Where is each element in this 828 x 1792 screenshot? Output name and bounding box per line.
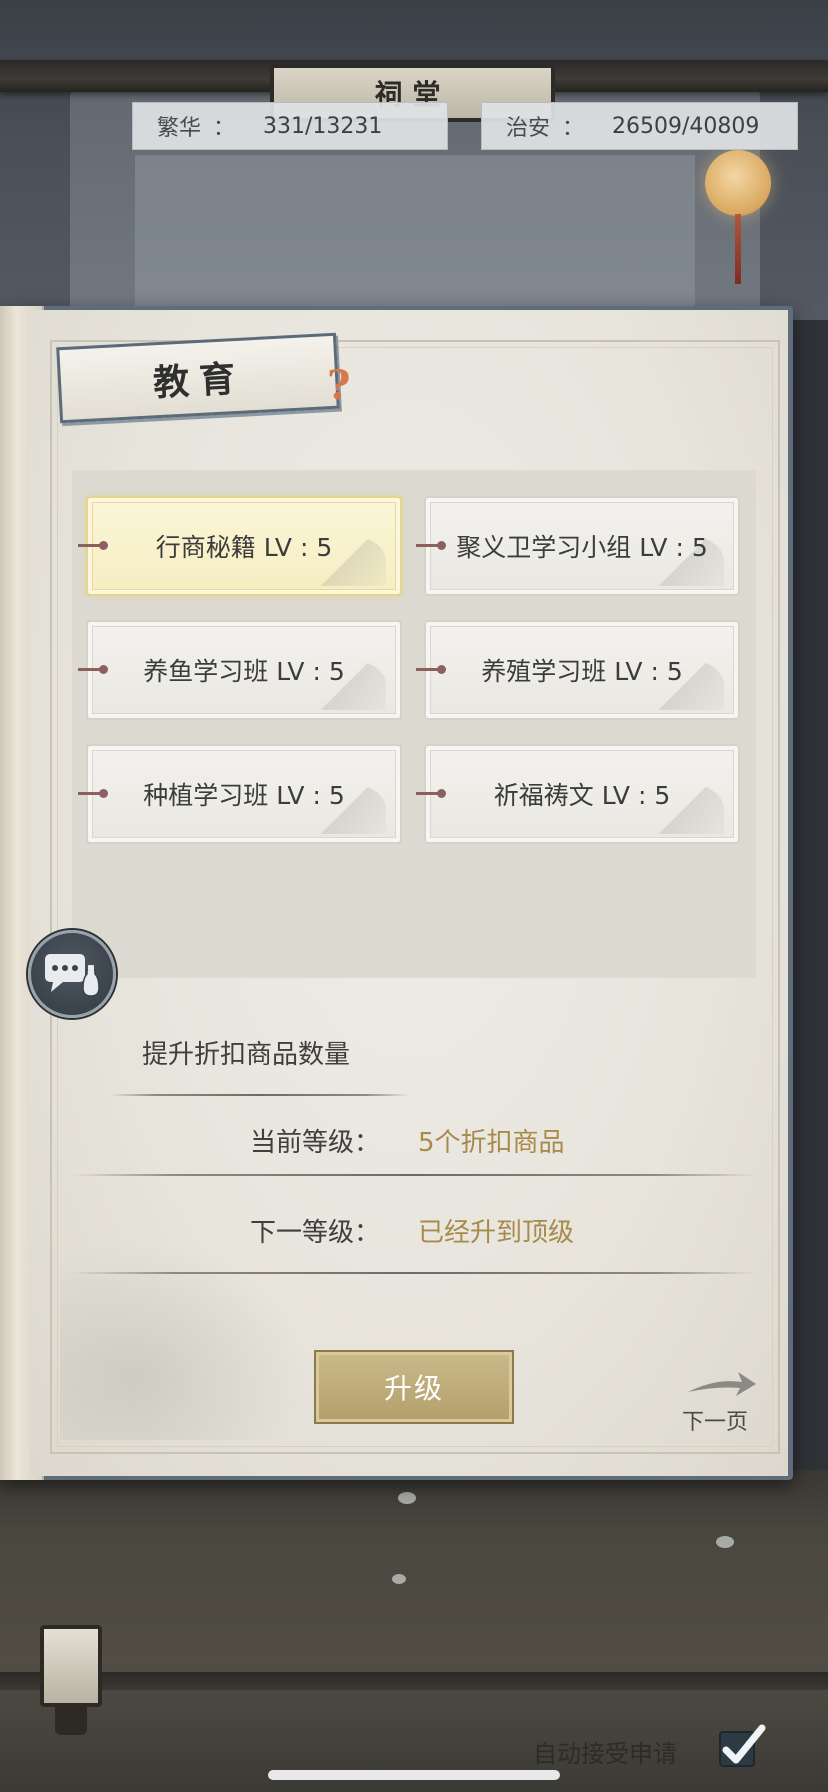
- pin-icon: [416, 789, 446, 798]
- course-label: 养鱼学习班 LV : 5: [143, 657, 345, 686]
- current-level-label: 当前等级：: [250, 1128, 381, 1158]
- chat-button[interactable]: [28, 930, 116, 1018]
- course-label: 聚义卫学习小组 LV : 5: [456, 533, 708, 562]
- pin-icon: [416, 541, 446, 550]
- course-card-fish-farming[interactable]: 养鱼学习班 LV : 5: [78, 620, 402, 720]
- petal-icon: [392, 1574, 406, 1584]
- checkmark-icon[interactable]: [716, 1722, 770, 1772]
- lantern-tassel: [735, 214, 741, 284]
- next-page-button[interactable]: 下一页: [676, 1370, 762, 1436]
- arrow-right-icon: [688, 1372, 756, 1396]
- prosperity-value: 331/13231: [263, 113, 383, 139]
- floor-step: [0, 1672, 828, 1690]
- course-card-prayer[interactable]: 祈福祷文 LV : 5: [416, 744, 740, 844]
- chat-bubble-icon: [45, 954, 100, 997]
- course-label: 养殖学习班 LV : 5: [481, 657, 683, 686]
- next-level-value: 已经升到顶级: [418, 1218, 575, 1248]
- course-card-guard-study[interactable]: 聚义卫学习小组 LV : 5: [416, 496, 740, 596]
- lamp-icon: [40, 1625, 102, 1707]
- course-card-animal-husbandry[interactable]: 养殖学习班 LV : 5: [416, 620, 740, 720]
- divider: [72, 1174, 756, 1176]
- security-label: 治安: [506, 116, 551, 141]
- course-card-trade-secrets[interactable]: 行商秘籍 LV : 5: [78, 496, 402, 596]
- security-colon: ：: [562, 116, 585, 141]
- current-level-value: 5个折扣商品: [418, 1128, 565, 1158]
- next-level-label: 下一等级：: [250, 1218, 381, 1248]
- scroll-painting: [135, 155, 695, 325]
- security-value: 26509/40809: [612, 113, 760, 139]
- prosperity-label: 繁华: [157, 116, 202, 141]
- petal-icon: [716, 1536, 734, 1548]
- prosperity-colon: ：: [213, 116, 236, 141]
- auto-accept-label: 自动接受申请: [533, 1740, 677, 1768]
- lantern-icon: [705, 150, 771, 216]
- course-label: 种植学习班 LV : 5: [143, 781, 345, 810]
- petal-icon: [398, 1492, 416, 1504]
- security-stat: 治安 ： 26509/40809: [481, 102, 798, 150]
- upgrade-description: 提升折扣商品数量: [142, 1040, 351, 1070]
- title-plaque: 教育: [56, 332, 340, 424]
- course-grid: 行商秘籍 LV : 5 聚义卫学习小组 LV : 5 养鱼学习班 LV : 5 …: [72, 470, 756, 978]
- next-level-row: 下一等级：: [250, 1212, 380, 1249]
- home-indicator[interactable]: [268, 1770, 560, 1780]
- floor: [0, 1470, 828, 1792]
- course-card-planting[interactable]: 种植学习班 LV : 5: [78, 744, 402, 844]
- pin-icon: [78, 541, 108, 550]
- prosperity-stat: 繁华 ： 331/13231: [132, 102, 448, 150]
- course-label: 行商秘籍 LV : 5: [155, 533, 333, 562]
- pin-icon: [78, 665, 108, 674]
- pin-icon: [416, 665, 446, 674]
- upgrade-button[interactable]: 升级: [314, 1350, 514, 1424]
- divider: [72, 1272, 756, 1274]
- question-mark-icon[interactable]: ?: [327, 362, 350, 409]
- page-title: 教育: [152, 357, 247, 405]
- divider: [110, 1094, 410, 1096]
- lamp-base: [55, 1705, 87, 1735]
- pin-icon: [78, 789, 108, 798]
- course-label: 祈福祷文 LV : 5: [493, 781, 671, 810]
- next-page-label: 下一页: [682, 1410, 749, 1435]
- current-level-row: 当前等级：: [250, 1122, 380, 1159]
